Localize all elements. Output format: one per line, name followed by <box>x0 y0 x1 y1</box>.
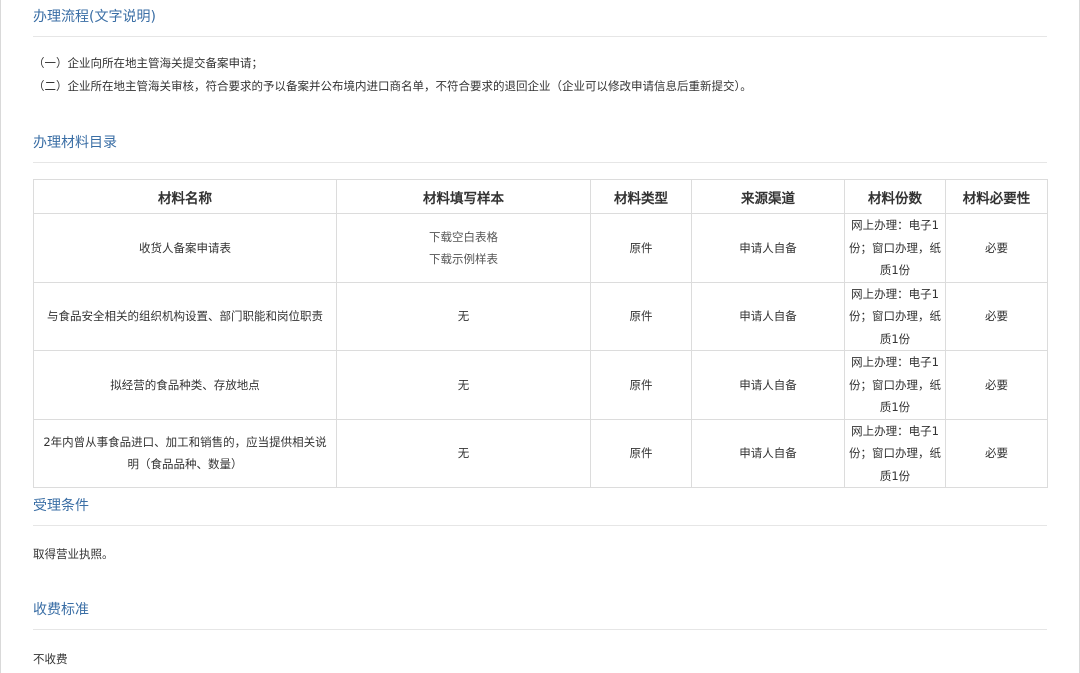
cell-sample: 无 <box>336 281 591 351</box>
cell-type: 原件 <box>590 213 692 283</box>
process-step-1: （一）企业向所在地主管海关提交备案申请； <box>33 56 263 70</box>
header-source: 来源渠道 <box>691 179 845 214</box>
cell-copies: 网上办理：电子1份；窗口办理，纸质1份 <box>844 281 946 351</box>
cell-material-name: 收货人备案申请表 <box>33 213 337 283</box>
process-step-2: （二）企业所在地主管海关审核，符合要求的予以备案并公布境内进口商名单，不符合要求… <box>33 79 752 93</box>
fee-text: 不收费 <box>33 652 68 666</box>
cell-necessity: 必要 <box>945 213 1048 283</box>
header-material-name: 材料名称 <box>33 179 337 214</box>
cell-sample: 无 <box>336 418 591 488</box>
cell-necessity: 必要 <box>945 350 1048 420</box>
header-necessity: 材料必要性 <box>945 179 1048 214</box>
cell-material-name: 拟经营的食品种类、存放地点 <box>33 350 337 420</box>
materials-table: 材料名称 材料填写样本 材料类型 来源渠道 材料份数 材料必要性 收货人备案申请… <box>33 179 1048 488</box>
cell-source: 申请人自备 <box>691 350 845 420</box>
cell-material-name: 与食品安全相关的组织机构设置、部门职能和岗位职责 <box>33 281 337 351</box>
cell-source: 申请人自备 <box>691 213 845 283</box>
download-blank-form-link[interactable]: 下载空白表格 <box>343 226 584 248</box>
cell-material-name: 2年内曾从事食品进口、加工和销售的，应当提供相关说明（食品品种、数量） <box>33 418 337 488</box>
cell-source: 申请人自备 <box>691 281 845 351</box>
conditions-section-title: 受理条件 <box>33 496 1047 526</box>
table-row: 与食品安全相关的组织机构设置、部门职能和岗位职责 无 原件 申请人自备 网上办理… <box>33 281 1048 351</box>
table-row: 拟经营的食品种类、存放地点 无 原件 申请人自备 网上办理：电子1份；窗口办理，… <box>33 350 1048 420</box>
cell-type: 原件 <box>590 418 692 488</box>
cell-source: 申请人自备 <box>691 418 845 488</box>
cell-copies: 网上办理：电子1份；窗口办理，纸质1份 <box>844 213 946 283</box>
materials-section-title: 办理材料目录 <box>33 133 1047 163</box>
process-section-title: 办理流程(文字说明) <box>33 7 1047 37</box>
header-type: 材料类型 <box>590 179 692 214</box>
cell-copies: 网上办理：电子1份；窗口办理，纸质1份 <box>844 350 946 420</box>
cell-necessity: 必要 <box>945 418 1048 488</box>
cell-sample: 下载空白表格 下载示例样表 <box>336 213 591 283</box>
cell-necessity: 必要 <box>945 281 1048 351</box>
conditions-text: 取得营业执照。 <box>33 547 114 561</box>
cell-copies: 网上办理：电子1份；窗口办理，纸质1份 <box>844 418 946 488</box>
download-sample-form-link[interactable]: 下载示例样表 <box>343 248 584 270</box>
cell-type: 原件 <box>590 281 692 351</box>
table-row: 2年内曾从事食品进口、加工和销售的，应当提供相关说明（食品品种、数量） 无 原件… <box>33 418 1048 488</box>
table-header-row: 材料名称 材料填写样本 材料类型 来源渠道 材料份数 材料必要性 <box>33 179 1048 214</box>
cell-sample: 无 <box>336 350 591 420</box>
header-copies: 材料份数 <box>844 179 946 214</box>
header-sample: 材料填写样本 <box>336 179 591 214</box>
cell-type: 原件 <box>590 350 692 420</box>
fee-section-title: 收费标准 <box>33 600 1047 630</box>
table-row: 收货人备案申请表 下载空白表格 下载示例样表 原件 申请人自备 网上办理：电子1… <box>33 213 1048 283</box>
